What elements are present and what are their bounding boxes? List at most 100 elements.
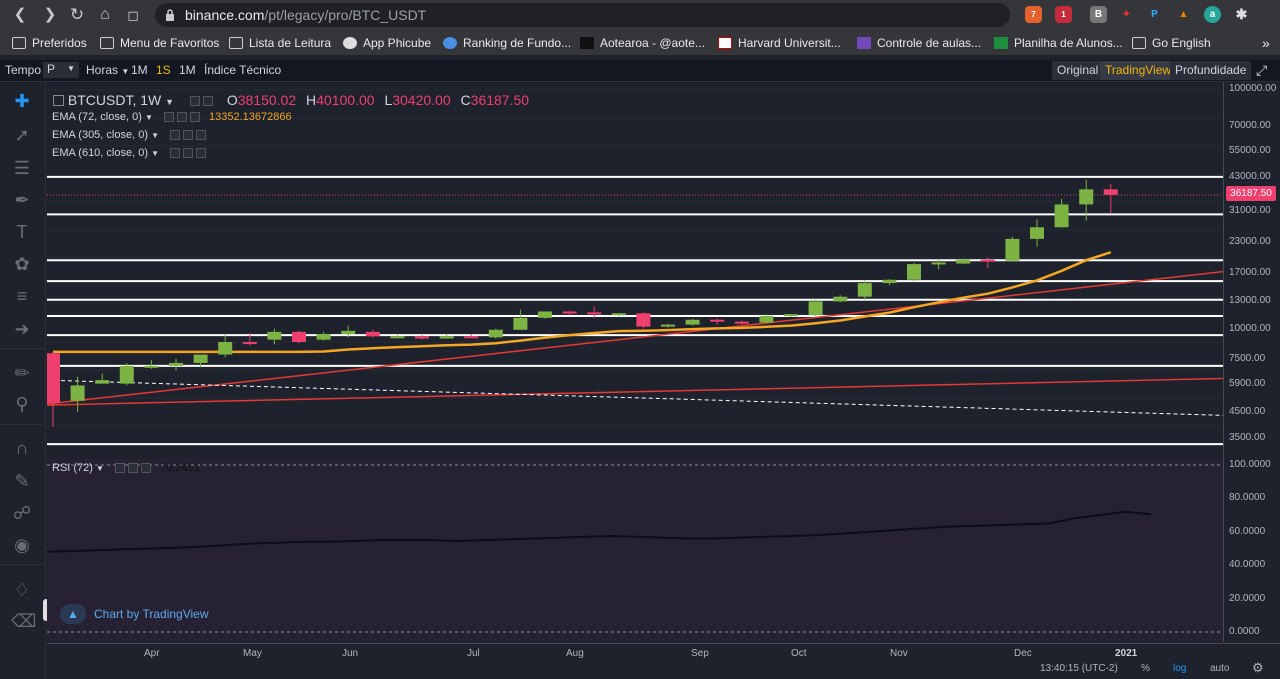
ruler-icon[interactable]: ✏	[11, 362, 33, 384]
candle-up	[956, 259, 971, 264]
fullscreen-icon[interactable]: ⤢	[1256, 62, 1267, 79]
lock-icon[interactable]: ☍	[11, 502, 33, 524]
lock-draw-icon[interactable]: ✎	[11, 470, 33, 492]
extension-p-icon[interactable]: P	[1146, 6, 1163, 23]
ema72-legend[interactable]: EMA (72, close, 0) ▼ 13352.13672866	[52, 111, 292, 123]
brave-shield-icon[interactable]: 7	[1025, 6, 1042, 23]
trash-icon[interactable]: ⌫	[11, 610, 36, 632]
candle-down	[365, 331, 380, 337]
home-icon[interactable]: ⌂	[95, 5, 115, 25]
candle-down	[734, 321, 749, 324]
last-price-badge: 36187.50	[1226, 186, 1276, 201]
view-original-tab[interactable]: Original	[1052, 61, 1104, 80]
brave-rewards-icon[interactable]: 1	[1055, 6, 1072, 23]
prediction-icon[interactable]: ≡	[11, 285, 33, 307]
brush-icon[interactable]: ✒	[11, 189, 33, 211]
candle-down	[587, 312, 602, 315]
view-depth-tab[interactable]: Profundidade	[1170, 61, 1252, 80]
ema305-legend[interactable]: EMA (305, close, 0) ▼	[52, 129, 207, 141]
magnet-icon[interactable]: ∩	[11, 437, 33, 459]
price-tick-label: 43000.00	[1229, 170, 1271, 182]
bookmark-harvard[interactable]: Harvard Universit...	[718, 35, 841, 51]
price-tick-label: 10000.00	[1229, 322, 1271, 334]
bookmark-preferidos[interactable]: Preferidos	[12, 35, 87, 51]
interval-1s-button[interactable]: 1S	[156, 63, 171, 77]
bookmark-ranking-fundos[interactable]: Ranking de Fundo...	[443, 35, 571, 51]
candle-up	[685, 319, 700, 325]
candle-down	[710, 319, 725, 322]
collapse-icon[interactable]	[53, 95, 64, 106]
folder-icon	[12, 37, 26, 49]
drawing-toolbar: ✚ ➚ ☰ ✒ T ✿ ≡ ➜ ✏ ⚲ ∩ ✎ ☍ ◉ ♢ ⌫	[0, 82, 49, 679]
time-tick-label: Jul	[467, 648, 480, 659]
crosshair-icon[interactable]: ✚	[11, 90, 33, 112]
extension-a-icon[interactable]: a	[1204, 6, 1221, 23]
interval-1mo-button[interactable]: 1M	[179, 63, 196, 77]
globe-icon	[343, 37, 357, 49]
extension-tool-icon[interactable]: ✦	[1118, 6, 1135, 23]
price-tick-label: 3500.00	[1229, 432, 1266, 443]
interval-select[interactable]: P ▼	[43, 62, 79, 78]
candle-up	[488, 329, 503, 338]
ema610-legend[interactable]: EMA (610, close, 0) ▼	[52, 147, 207, 159]
candle-down	[47, 353, 60, 403]
rsi-tick-label: 40.0000	[1229, 559, 1266, 571]
trendline-upper	[47, 270, 1223, 405]
back-icon[interactable]: ❮	[10, 5, 30, 25]
candle-up	[513, 317, 528, 330]
zoom-icon[interactable]: ⚲	[11, 393, 33, 415]
metamask-icon[interactable]: ▲	[1175, 6, 1192, 23]
rsi-legend[interactable]: RSI (72) ▼ 70.2451	[52, 462, 200, 474]
legend-settings-icon[interactable]	[189, 96, 200, 107]
layers-icon[interactable]: ♢	[11, 579, 33, 601]
forward-icon[interactable]: ❯	[40, 5, 60, 25]
arrow-left-icon[interactable]: ➜	[11, 318, 33, 340]
more-bookmarks-icon[interactable]: »	[1262, 35, 1270, 51]
indicator-button[interactable]: Índice Técnico	[204, 63, 281, 77]
candle-up	[1079, 189, 1094, 205]
bookmark-planilha-alunos[interactable]: Planilha de Alunos...	[994, 35, 1123, 51]
bookmark-aotearoa[interactable]: Aotearoa - @aote...	[580, 35, 705, 51]
bookmark-icon[interactable]: ◻	[123, 5, 143, 25]
bookmark-go-english[interactable]: Go English	[1132, 35, 1211, 51]
bookmark-app-phicube[interactable]: App Phicube	[343, 35, 431, 51]
candle-up	[833, 296, 848, 302]
horas-dropdown[interactable]: Horas ▼	[86, 63, 129, 77]
bookmark-menu-favoritos[interactable]: Menu de Favoritos	[100, 35, 219, 51]
pattern-icon[interactable]: ✿	[11, 253, 33, 275]
page-icon	[580, 37, 594, 49]
auto-toggle[interactable]: auto	[1210, 663, 1229, 674]
bookmark-controle-aulas[interactable]: Controle de aulas...	[857, 35, 981, 51]
folder-icon	[229, 37, 243, 49]
log-toggle[interactable]: log	[1173, 663, 1186, 674]
folder-icon	[1132, 37, 1146, 49]
reload-icon[interactable]: ↻	[67, 5, 87, 25]
legend-hide-icon[interactable]	[202, 96, 213, 107]
candle-up	[759, 315, 774, 323]
time-tick-label: Apr	[144, 648, 160, 659]
candle-up	[931, 262, 946, 265]
eye-icon[interactable]: ◉	[11, 534, 33, 556]
puzzle-icon[interactable]: ✱	[1233, 6, 1250, 23]
candle-up	[95, 380, 110, 384]
fib-icon[interactable]: ☰	[11, 157, 33, 179]
tradingview-watermark[interactable]: ▲ Chart by TradingView	[60, 603, 230, 625]
form-icon	[857, 37, 871, 49]
price-chart[interactable]	[47, 82, 1223, 458]
price-tick-label: 100000.00	[1229, 83, 1277, 94]
trendline-icon[interactable]: ➚	[11, 124, 33, 146]
candle-up	[538, 311, 552, 318]
symbol-label[interactable]: BTCUSDT, 1W	[68, 92, 161, 108]
settings-gear-icon[interactable]: ⚙	[1252, 660, 1264, 676]
candle-up	[784, 314, 798, 317]
interval-1m-button[interactable]: 1M	[131, 63, 148, 77]
clock-label: 13:40:15 (UTC-2)	[1040, 663, 1118, 674]
extension-b-icon[interactable]: B	[1090, 6, 1107, 23]
bookmark-lista-leitura[interactable]: Lista de Leitura	[229, 35, 331, 51]
text-icon[interactable]: T	[11, 221, 33, 243]
view-tradingview-tab[interactable]: TradingView	[1100, 61, 1177, 80]
candle-up	[193, 354, 208, 363]
price-tick-label: 17000.00	[1229, 267, 1271, 279]
candle-up	[218, 342, 233, 355]
percent-toggle[interactable]: %	[1141, 663, 1150, 674]
